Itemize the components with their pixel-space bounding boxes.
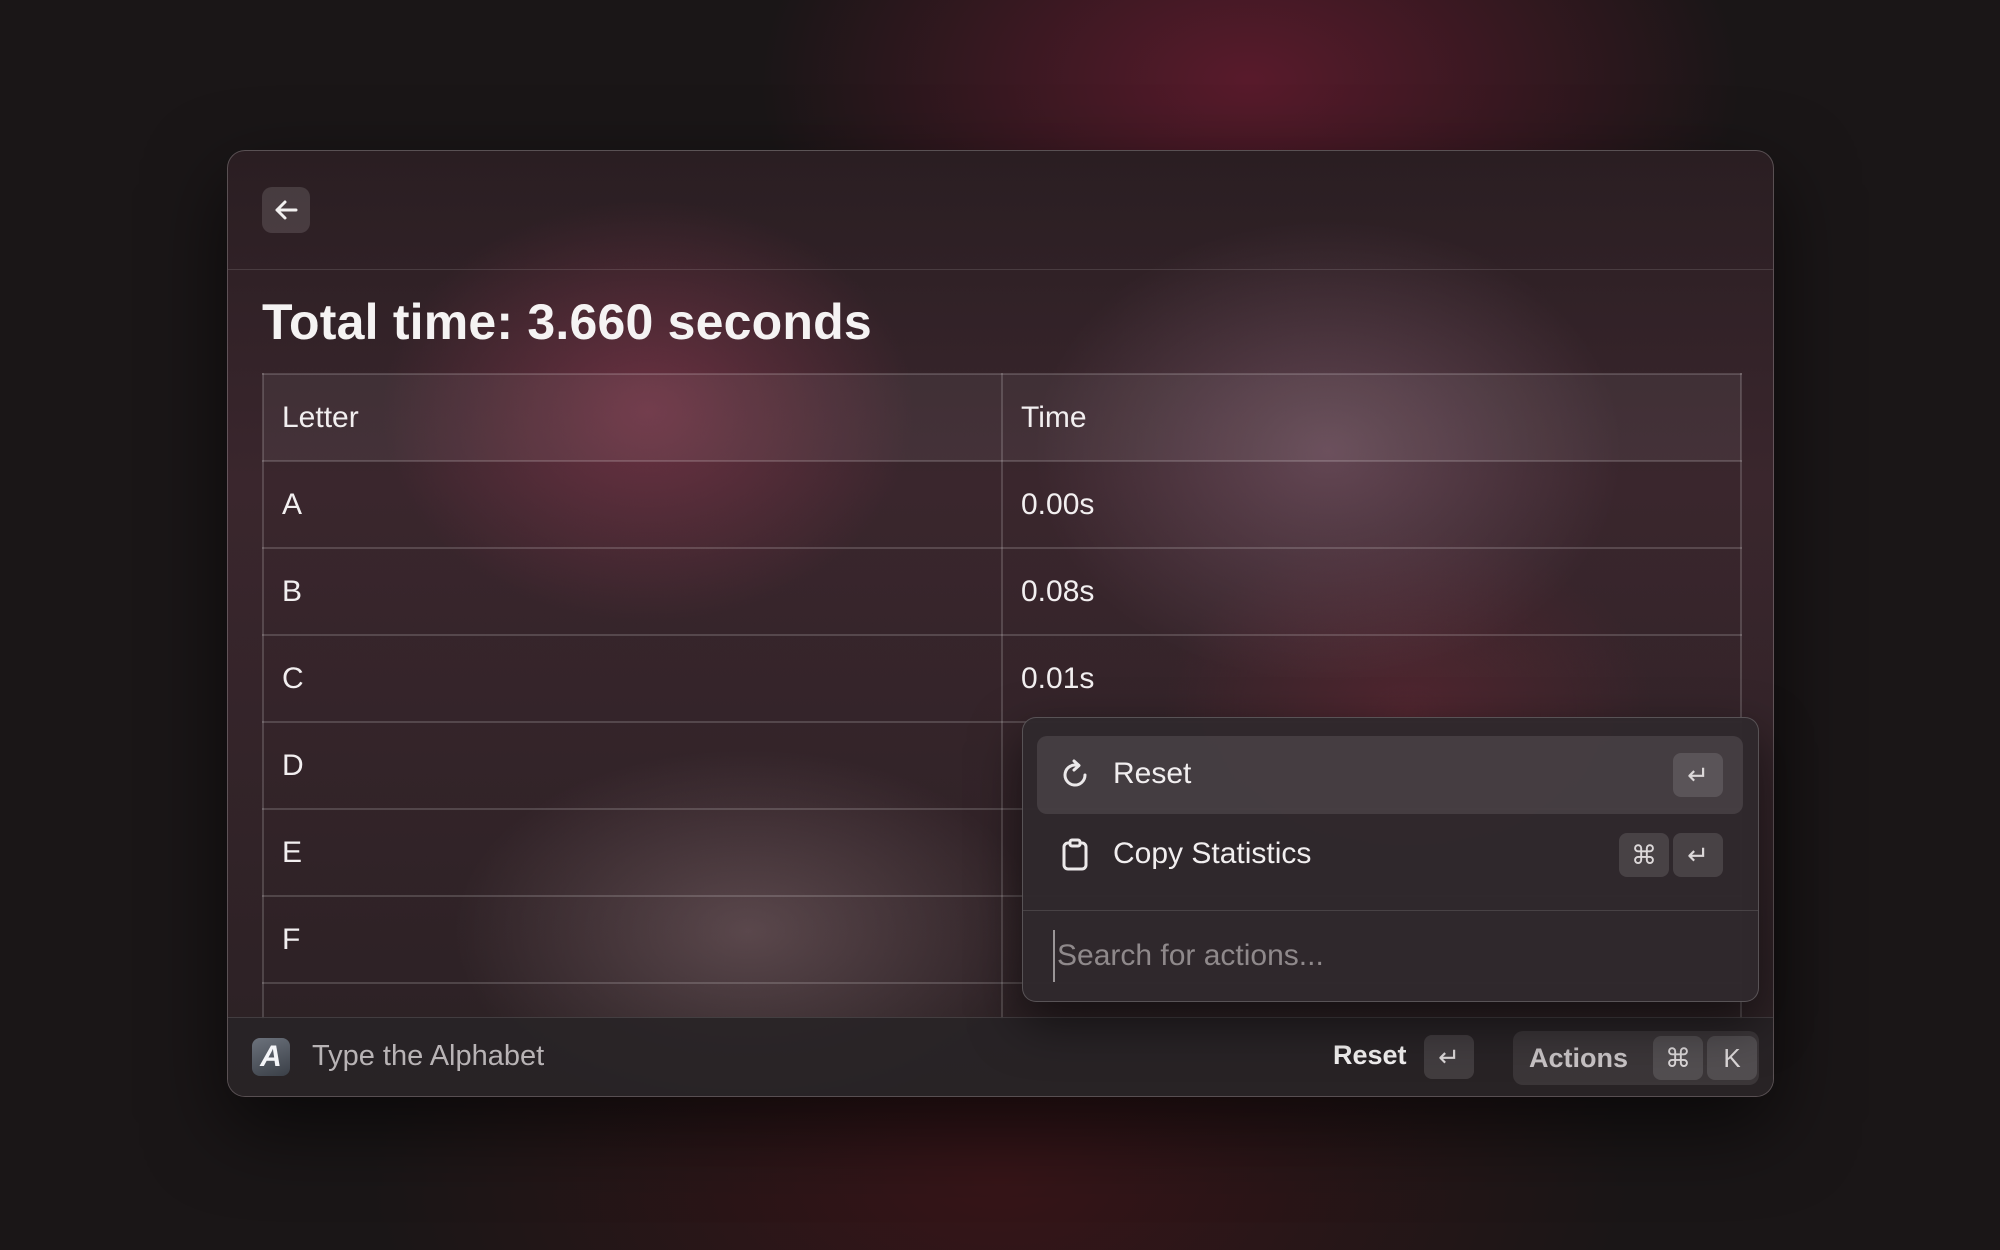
letter-cell: C xyxy=(262,634,1003,723)
letter-cell: B xyxy=(262,547,1003,636)
page-title: Total time: 3.660 seconds xyxy=(262,294,872,350)
actions-popup: Reset ↵ Copy Statistics ⌘ ↵ xyxy=(1022,717,1759,1002)
popup-divider xyxy=(1023,910,1758,911)
column-header-time: Time xyxy=(1001,373,1742,462)
letter-cell: E xyxy=(262,808,1003,897)
top-bar xyxy=(228,151,1773,270)
actions-button[interactable]: Actions ⌘ K xyxy=(1513,1031,1759,1085)
refresh-icon xyxy=(1063,759,1087,787)
command-key-hint: ⌘ xyxy=(1619,833,1669,877)
actions-label: Actions xyxy=(1529,1043,1629,1073)
table-row: A 0.00s xyxy=(262,460,1742,549)
time-cell: 0.01s xyxy=(1001,634,1742,723)
letter-cell: D xyxy=(262,721,1003,810)
enter-key-hint: ↵ xyxy=(1424,1035,1474,1079)
app-icon: A xyxy=(252,1038,290,1076)
menu-item-reset[interactable]: Reset ↵ xyxy=(1037,736,1743,814)
menu-item-copy-statistics[interactable]: Copy Statistics ⌘ ↵ xyxy=(1037,816,1743,894)
letter-cell: A xyxy=(262,460,1003,549)
back-button[interactable] xyxy=(262,187,310,233)
menu-item-label: Reset xyxy=(1113,757,1192,790)
letter-cell: F xyxy=(262,895,1003,984)
command-key-hint: ⌘ xyxy=(1653,1036,1703,1080)
time-cell: 0.00s xyxy=(1001,460,1742,549)
table-row: C 0.01s xyxy=(262,634,1742,723)
status-bar: A Type the Alphabet Reset ↵ Actions ⌘ K xyxy=(228,1017,1773,1096)
arrow-left-icon xyxy=(275,200,298,220)
column-header-letter: Letter xyxy=(262,373,1003,462)
table-header-row: Letter Time xyxy=(262,373,1742,462)
enter-key-hint: ↵ xyxy=(1673,833,1723,877)
k-key-hint: K xyxy=(1707,1036,1757,1080)
reset-action-button[interactable]: Reset xyxy=(1333,1040,1407,1071)
action-search-input[interactable] xyxy=(1053,930,1739,982)
menu-item-label: Copy Statistics xyxy=(1113,837,1312,870)
clipboard-icon xyxy=(1062,838,1088,871)
app-name: Type the Alphabet xyxy=(312,1040,545,1072)
enter-key-hint: ↵ xyxy=(1673,753,1723,797)
table-row: B 0.08s xyxy=(262,547,1742,636)
time-cell: 0.08s xyxy=(1001,547,1742,636)
letter-cell xyxy=(262,982,1003,1019)
